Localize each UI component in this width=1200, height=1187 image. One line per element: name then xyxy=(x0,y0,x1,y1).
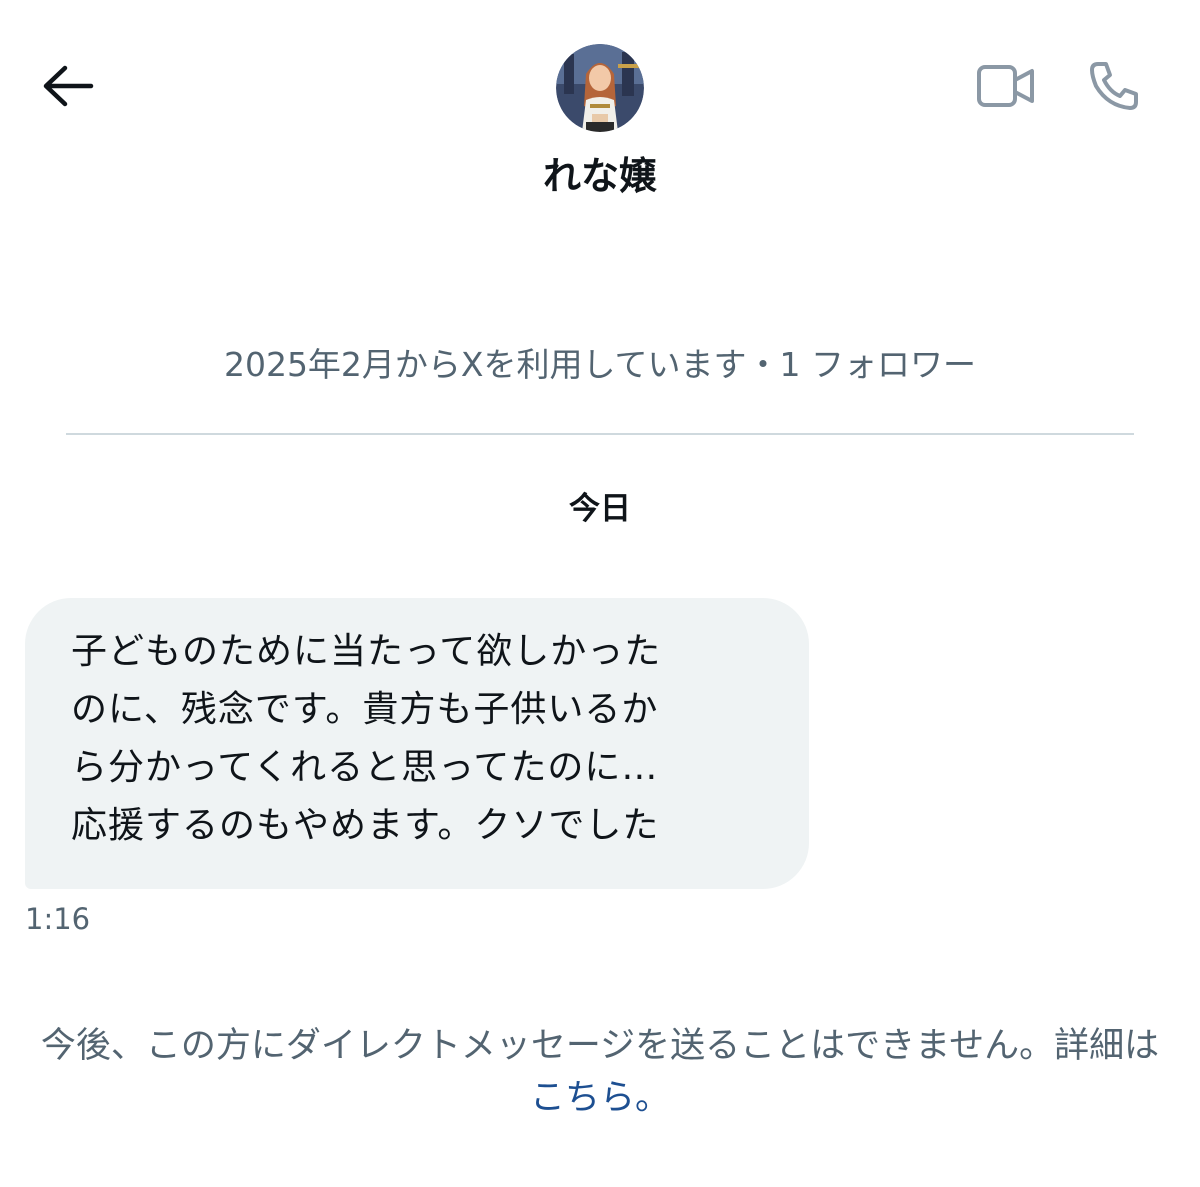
learn-more-link[interactable]: こちら xyxy=(530,1078,635,1118)
back-button[interactable] xyxy=(38,62,98,114)
date-separator: 今日 xyxy=(569,491,631,527)
message-bubble[interactable]: 子どものために当たって欲しかった のに、残念です。貴方も子供いるか ら分かってく… xyxy=(25,598,809,889)
notice-suffix: 。 xyxy=(635,1078,671,1118)
phone-icon xyxy=(1088,60,1140,116)
divider xyxy=(66,433,1134,435)
message-text: 子どものために当たって欲しかった のに、残念です。貴方も子供いるか ら分かってく… xyxy=(71,631,662,846)
message-timestamp: 1:16 xyxy=(25,902,91,936)
video-camera-icon xyxy=(976,63,1036,113)
header-actions xyxy=(976,60,1140,116)
video-call-button[interactable] xyxy=(976,63,1036,113)
phone-call-button[interactable] xyxy=(1088,60,1140,116)
profile-meta: 2025年2月からXを利用しています・1 フォロワー xyxy=(223,345,977,384)
notice-text: 今後、この方にダイレクトメッセージを送ることはできません。詳細は xyxy=(40,1026,1160,1066)
display-name: れな嬢 xyxy=(542,154,657,198)
dm-disabled-notice: 今後、この方にダイレクトメッセージを送ることはできません。詳細は こちら。 xyxy=(40,1020,1160,1124)
avatar[interactable] xyxy=(556,44,644,132)
arrow-left-icon xyxy=(41,64,95,112)
